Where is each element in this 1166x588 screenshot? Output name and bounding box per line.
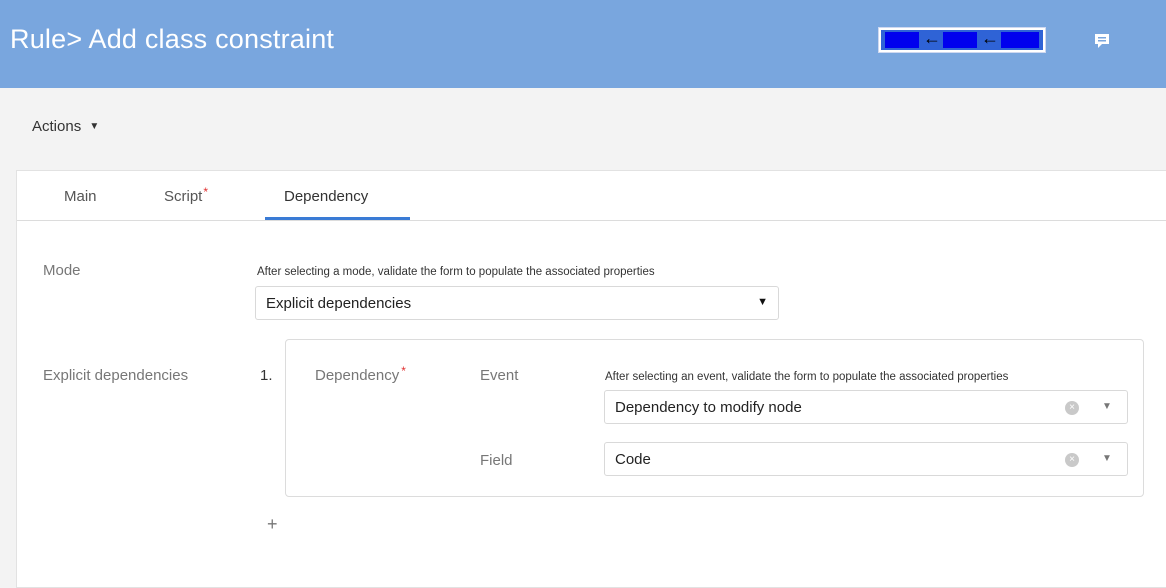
field-label: Field (480, 452, 513, 469)
flow-arrow-left-icon: ← (923, 28, 941, 48)
flow-block-3 (1001, 32, 1039, 48)
page-title: Rule> Add class constraint (10, 24, 335, 54)
app-header: Rule> Add class constraint ← ← (0, 0, 1166, 88)
dependency-label: Dependency * (315, 364, 406, 384)
tab-dependency[interactable]: Dependency (284, 188, 368, 205)
comment-icon[interactable] (1093, 33, 1111, 49)
event-select[interactable]: Dependency to modify node × ▼ (604, 390, 1128, 424)
clear-icon[interactable]: × (1065, 401, 1079, 415)
mode-select-value: Explicit dependencies (266, 295, 412, 312)
tab-main-label: Main (64, 188, 97, 205)
explicit-dependencies-label: Explicit dependencies (43, 367, 189, 384)
caret-down-icon[interactable]: ▼ (1102, 453, 1112, 464)
event-select-value: Dependency to modify node (615, 399, 802, 416)
caret-down-icon[interactable]: ▼ (1102, 401, 1112, 412)
dependency-item-number: 1. (260, 367, 273, 384)
add-dependency-icon[interactable]: + (267, 514, 278, 535)
flow-block-2 (943, 32, 977, 48)
form-panel: Main Script* Dependency Mode After selec… (16, 170, 1166, 588)
flow-widget-track: ← ← (881, 28, 1043, 50)
tab-bar: Main Script* Dependency (17, 171, 1166, 221)
tab-main[interactable]: Main (64, 188, 97, 205)
flow-widget[interactable]: ← ← (878, 27, 1046, 53)
actions-dropdown-button[interactable]: Actions ▼ (32, 118, 99, 135)
mode-label: Mode (43, 262, 81, 279)
event-label: Event (480, 367, 519, 384)
mode-hint: After selecting a mode, validate the for… (257, 266, 655, 278)
actions-label: Actions (32, 118, 82, 135)
mode-select[interactable]: Explicit dependencies ▼ (255, 286, 779, 320)
action-bar: Actions ▼ (0, 88, 1166, 170)
flow-block-1 (885, 32, 919, 48)
tab-dependency-label: Dependency (284, 188, 369, 205)
dependency-item-card: Dependency * Event After selecting an eve… (285, 339, 1144, 497)
flow-arrow-left-icon: ← (981, 28, 999, 48)
event-hint: After selecting an event, validate the f… (605, 371, 1009, 383)
caret-down-icon: ▼ (757, 296, 768, 308)
tab-script-label: Script (164, 188, 203, 205)
active-tab-indicator (265, 217, 410, 220)
field-select[interactable]: Code × ▼ (604, 442, 1128, 476)
dependency-label-text: Dependency (315, 367, 400, 384)
clear-icon[interactable]: × (1065, 453, 1079, 467)
required-marker: * (203, 185, 209, 199)
tab-script[interactable]: Script* (164, 185, 209, 205)
field-select-value: Code (615, 451, 651, 468)
caret-down-icon: ▼ (89, 121, 100, 132)
required-marker: * (401, 364, 406, 378)
